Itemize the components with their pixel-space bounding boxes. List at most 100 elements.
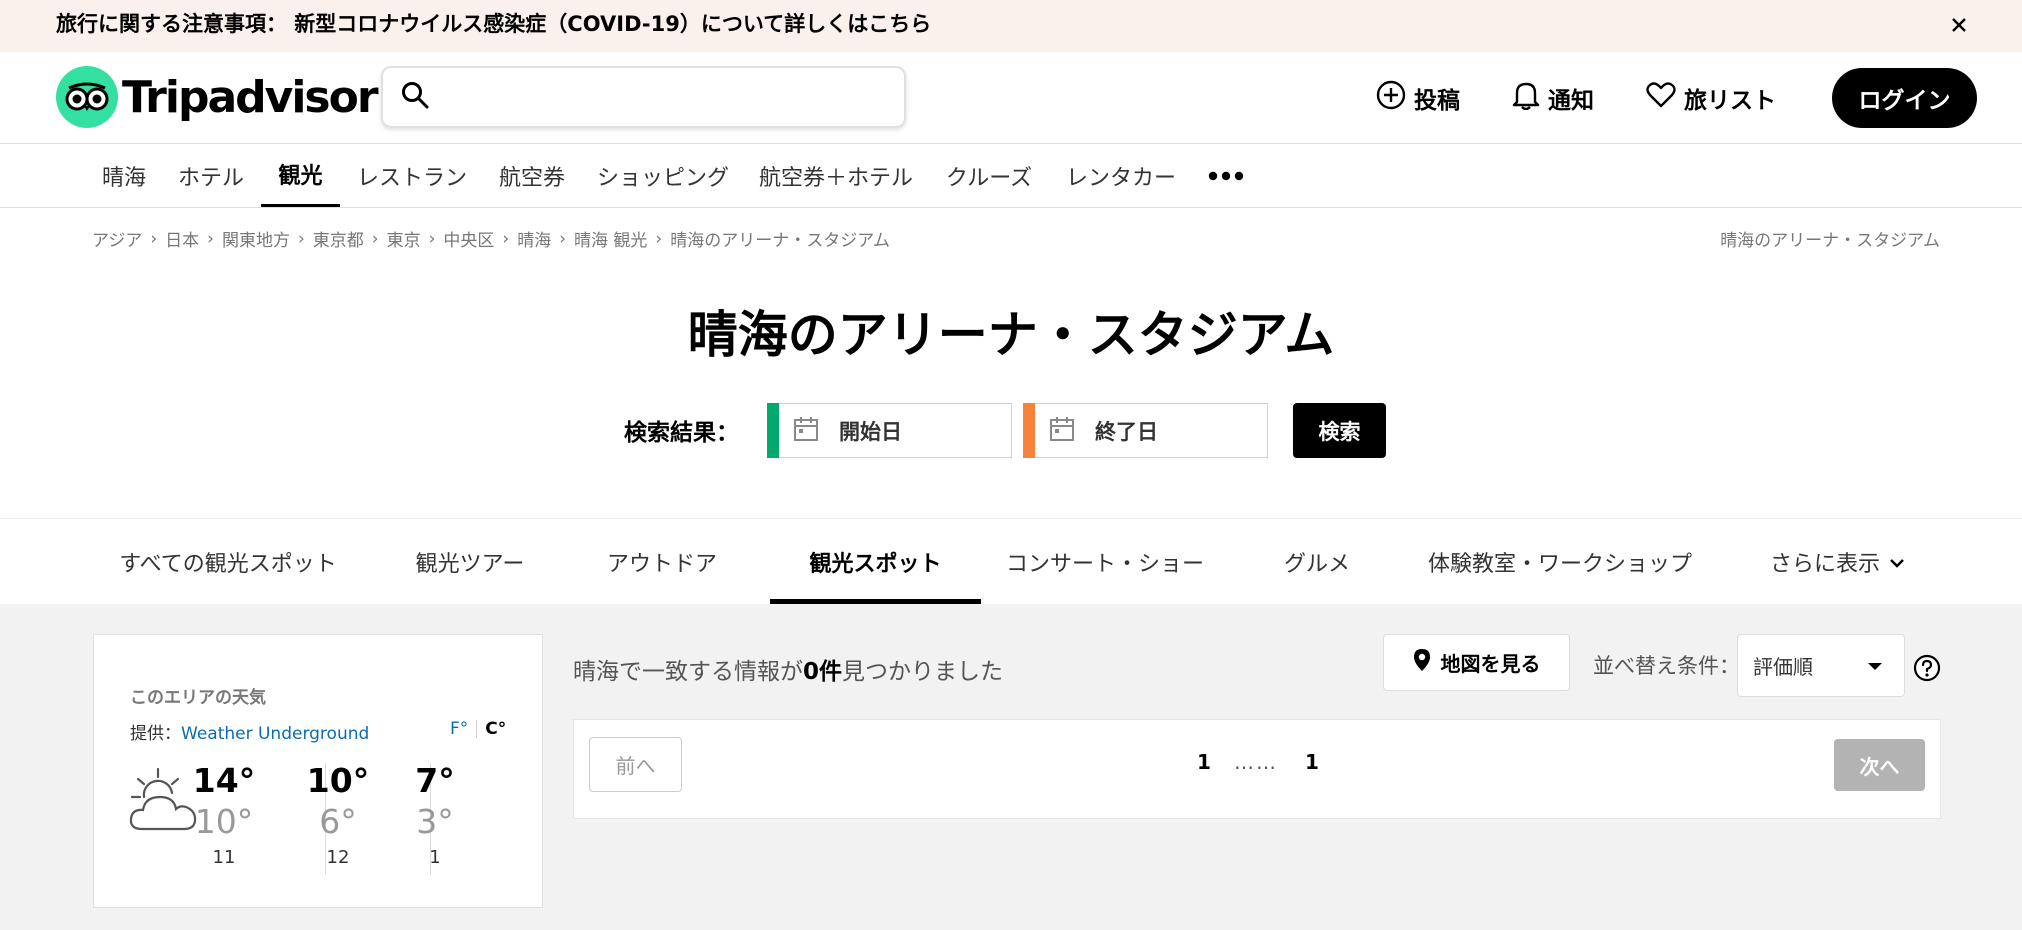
close-icon[interactable]: [1944, 10, 1974, 40]
forecast-day: 7° 3° 1: [385, 761, 485, 873]
tab-all-attractions[interactable]: すべての観光スポット: [108, 519, 348, 605]
sort-value: 評価順: [1753, 655, 1813, 679]
nav-item-restaurants[interactable]: レストラン: [357, 144, 467, 207]
forecast-high: 14°: [192, 761, 256, 800]
forecast-low: 6°: [319, 802, 357, 841]
result-prefix: 晴海で一致する情報が: [573, 659, 803, 685]
forecast-low: 10°: [194, 802, 254, 841]
tab-concerts-shows[interactable]: コンサート・ショー: [998, 519, 1212, 605]
notice-banner: 旅行に関する注意事項： 新型コロナウイルス感染症（COVID-19）について詳し…: [0, 0, 2022, 52]
unit-celsius[interactable]: C°: [485, 719, 506, 739]
show-more-label: さらに表示: [1769, 552, 1880, 577]
nav-item-cruises[interactable]: クルーズ: [944, 144, 1034, 207]
post-button[interactable]: 投稿: [1376, 76, 1460, 120]
chevron-right-icon: ›: [371, 228, 379, 249]
site-header: Tripadvisor 投稿 通知 旅リスト ログイン: [0, 52, 2022, 144]
page-number[interactable]: 1: [1197, 750, 1211, 774]
help-icon[interactable]: [1913, 654, 1941, 686]
breadcrumb-page-label: 晴海のアリーナ・スタジアム: [1720, 231, 1940, 251]
chevron-down-icon: [1888, 550, 1906, 575]
breadcrumb: アジア › 日本 › 関東地方 › 東京都 › 東京 › 中央区 › 晴海 › 晴海 観光 › …: [92, 226, 891, 252]
chevron-right-icon: ›: [150, 228, 158, 249]
weather-title: このエリアの天気: [130, 688, 266, 708]
page-number[interactable]: 1: [1305, 750, 1319, 774]
result-count-text: 晴海で一致する情報が0件見つかりました: [573, 652, 1003, 686]
tab-sightseeing[interactable]: 観光スポット: [770, 519, 981, 605]
bell-icon: [1512, 80, 1548, 116]
breadcrumb-current: 晴海のアリーナ・スタジアム: [670, 231, 891, 251]
login-button[interactable]: ログイン: [1832, 68, 1977, 128]
search-box[interactable]: [381, 66, 906, 128]
sort-select[interactable]: 評価順: [1737, 634, 1905, 697]
start-date-field[interactable]: 開始日: [767, 403, 1012, 458]
tab-show-more[interactable]: さらに表示: [1758, 519, 1918, 605]
breadcrumb-item[interactable]: 東京: [387, 226, 421, 251]
category-nav: 晴海 ホテル 観光 レストラン 航空券 ショッピング 航空券＋ホテル クルーズ …: [0, 144, 2022, 208]
forecast-day: 14° 10° 11: [174, 761, 274, 873]
owl-logo-icon: [56, 66, 118, 128]
forecast-day: 10° 6° 12: [288, 761, 388, 873]
trips-button[interactable]: 旅リスト: [1646, 76, 1776, 120]
caret-down-icon: [1868, 663, 1882, 670]
end-date-field[interactable]: 終了日: [1023, 403, 1268, 458]
tab-outdoor[interactable]: アウトドア: [592, 519, 732, 605]
forecast-low: 3°: [416, 802, 454, 841]
view-map-button[interactable]: 地図を見る: [1383, 634, 1570, 691]
date-search-button[interactable]: 検索: [1293, 403, 1386, 458]
nav-item-flight-hotel[interactable]: 航空券＋ホテル: [759, 144, 913, 207]
page-title: 晴海のアリーナ・スタジアム: [687, 306, 1335, 364]
post-label: 投稿: [1414, 88, 1460, 114]
breadcrumb-item[interactable]: 日本: [165, 226, 199, 251]
attraction-subnav: すべての観光スポット 観光ツアー アウトドア 観光スポット コンサート・ショー …: [0, 518, 2022, 605]
breadcrumb-item[interactable]: アジア: [92, 226, 142, 251]
pagination: 前へ 1 …… 1 次へ: [573, 719, 1941, 819]
nav-item-attractions[interactable]: 観光: [261, 144, 340, 207]
forecast-date: 11: [212, 847, 236, 868]
result-count: 0件: [803, 659, 843, 685]
unit-divider: [476, 720, 478, 738]
tab-tours[interactable]: 観光ツアー: [399, 519, 541, 605]
notice-link[interactable]: 旅行に関する注意事項： 新型コロナウイルス感染症（COVID-19）について詳し…: [56, 8, 931, 38]
chevron-right-icon: ›: [559, 228, 567, 249]
more-icon[interactable]: [1208, 144, 1244, 207]
tab-classes-workshops[interactable]: 体験教室・ワークショップ: [1421, 519, 1699, 605]
nav-item-hotels[interactable]: ホテル: [176, 144, 246, 207]
start-date-label: 開始日: [839, 419, 902, 444]
search-icon: [401, 81, 429, 113]
end-date-accent: [1023, 403, 1035, 458]
next-button[interactable]: 次へ: [1834, 739, 1925, 791]
forecast-date: 1: [429, 847, 441, 868]
breadcrumb-item[interactable]: 中央区: [443, 226, 494, 251]
result-suffix: 見つかりました: [842, 659, 1004, 685]
trips-label: 旅リスト: [1684, 88, 1776, 114]
breadcrumb-item[interactable]: 東京都: [313, 226, 364, 251]
unit-fahrenheit[interactable]: F°: [450, 719, 468, 739]
forecast-date: 12: [326, 847, 350, 868]
notify-label: 通知: [1548, 88, 1594, 114]
breadcrumb-item[interactable]: 晴海: [517, 226, 551, 251]
calendar-icon: [793, 416, 819, 446]
chevron-right-icon: ›: [655, 228, 663, 249]
chevron-right-icon: ›: [297, 228, 305, 249]
weather-card: このエリアの天気 提供：Weather Underground F° C° 14…: [93, 634, 543, 908]
prev-button: 前へ: [589, 737, 682, 792]
breadcrumb-item[interactable]: 関東地方: [222, 226, 290, 251]
provider-prefix: 提供：: [130, 724, 181, 744]
notifications-button[interactable]: 通知: [1512, 76, 1594, 120]
breadcrumb-item[interactable]: 晴海 観光: [574, 226, 647, 251]
provider-link[interactable]: Weather Underground: [181, 724, 369, 744]
nav-item-shopping[interactable]: ショッピング: [597, 144, 729, 207]
page-ellipsis: ……: [1234, 750, 1278, 774]
logo[interactable]: Tripadvisor: [56, 66, 379, 128]
sort-label: 並べ替え条件：: [1593, 654, 1740, 678]
logo-text: Tripadvisor: [122, 71, 379, 123]
nav-item-rental-cars[interactable]: レンタカー: [1066, 144, 1176, 207]
search-input[interactable]: [441, 85, 861, 109]
map-pin-icon: [1413, 648, 1441, 677]
nav-item-harumi[interactable]: 晴海: [100, 144, 148, 207]
forecast-high: 7°: [415, 761, 455, 800]
weather-provider: 提供：Weather Underground: [130, 719, 369, 744]
end-date-label: 終了日: [1095, 419, 1158, 444]
tab-food[interactable]: グルメ: [1264, 519, 1370, 605]
nav-item-flights[interactable]: 航空券: [498, 144, 566, 207]
